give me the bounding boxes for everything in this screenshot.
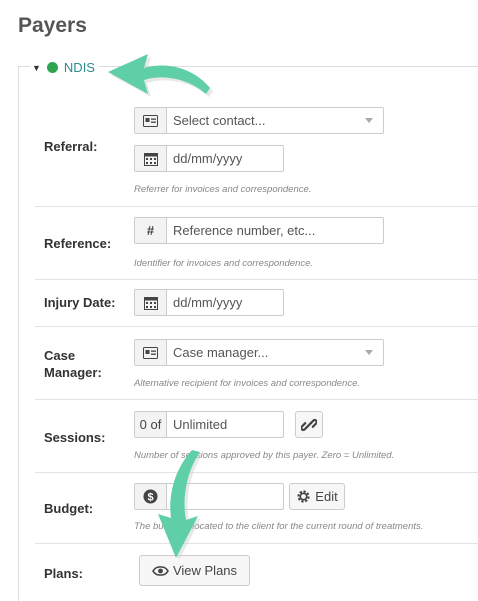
link-icon: [301, 418, 317, 431]
referral-date-placeholder: dd/mm/yyyy: [173, 151, 243, 166]
injury-date-field[interactable]: dd/mm/yyyy: [134, 289, 284, 316]
referral-contact-select[interactable]: Select contact...: [134, 107, 384, 134]
chevron-down-icon: [365, 350, 373, 355]
id-card-icon: [135, 340, 167, 365]
budget-help: The budget allocated to the client for t…: [134, 521, 424, 532]
chevron-down-icon: [365, 118, 373, 123]
payer-legend[interactable]: ▼ NDIS: [30, 60, 99, 75]
divider: [35, 279, 478, 280]
gear-icon: [297, 490, 310, 503]
case-manager-placeholder: Case manager...: [173, 345, 269, 360]
case-manager-label-line2: Manager:: [44, 365, 102, 380]
sessions-help: Number of sessions approved by this paye…: [134, 450, 395, 461]
divider: [35, 206, 478, 207]
injury-date-placeholder: dd/mm/yyyy: [173, 295, 243, 310]
plans-label: Plans:: [44, 566, 84, 581]
referral-label: Referral:: [44, 139, 98, 154]
page-title: Payers: [18, 14, 87, 37]
svg-text:$: $: [147, 491, 153, 503]
caret-down-icon[interactable]: ▼: [32, 63, 41, 73]
dollar-icon: $: [135, 484, 167, 509]
referral-help: Referrer for invoices and correspondence…: [134, 184, 312, 195]
referral-contact-placeholder: Select contact...: [173, 113, 266, 128]
link-button[interactable]: [295, 411, 323, 438]
reference-label: Reference:: [44, 236, 112, 251]
contact-card-icon: [135, 108, 167, 133]
reference-placeholder: Reference number, etc...: [173, 223, 316, 238]
sessions-prefix: 0 of: [135, 412, 167, 437]
budget-label: Budget:: [44, 501, 94, 516]
reference-help: Identifier for invoices and corresponden…: [134, 258, 314, 269]
reference-input[interactable]: # Reference number, etc...: [134, 217, 384, 244]
divider: [35, 543, 478, 544]
edit-label: Edit: [315, 489, 338, 504]
case-manager-label-line1: Case: [44, 348, 76, 363]
divider: [35, 399, 478, 400]
calendar-icon: [135, 290, 167, 315]
budget-input[interactable]: $: [134, 483, 284, 510]
referral-date-field[interactable]: dd/mm/yyyy: [134, 145, 284, 172]
case-manager-help: Alternative recipient for invoices and c…: [134, 378, 361, 389]
sessions-input[interactable]: 0 of Unlimited: [134, 411, 284, 438]
hash-icon: #: [135, 218, 167, 243]
calendar-icon: [135, 146, 167, 171]
budget-edit-button[interactable]: Edit: [289, 483, 345, 510]
view-plans-label: View Plans: [172, 563, 238, 578]
sessions-label: Sessions:: [44, 430, 106, 445]
status-dot-icon: [46, 62, 58, 73]
divider: [35, 472, 478, 473]
view-plans-button[interactable]: View Plans: [139, 555, 250, 586]
injury-date-label: Injury Date:: [44, 295, 116, 310]
sessions-placeholder: Unlimited: [173, 417, 228, 432]
case-manager-select[interactable]: Case manager...: [134, 339, 384, 366]
eye-icon: [152, 565, 169, 576]
payer-name[interactable]: NDIS: [64, 60, 95, 75]
divider: [35, 326, 478, 327]
